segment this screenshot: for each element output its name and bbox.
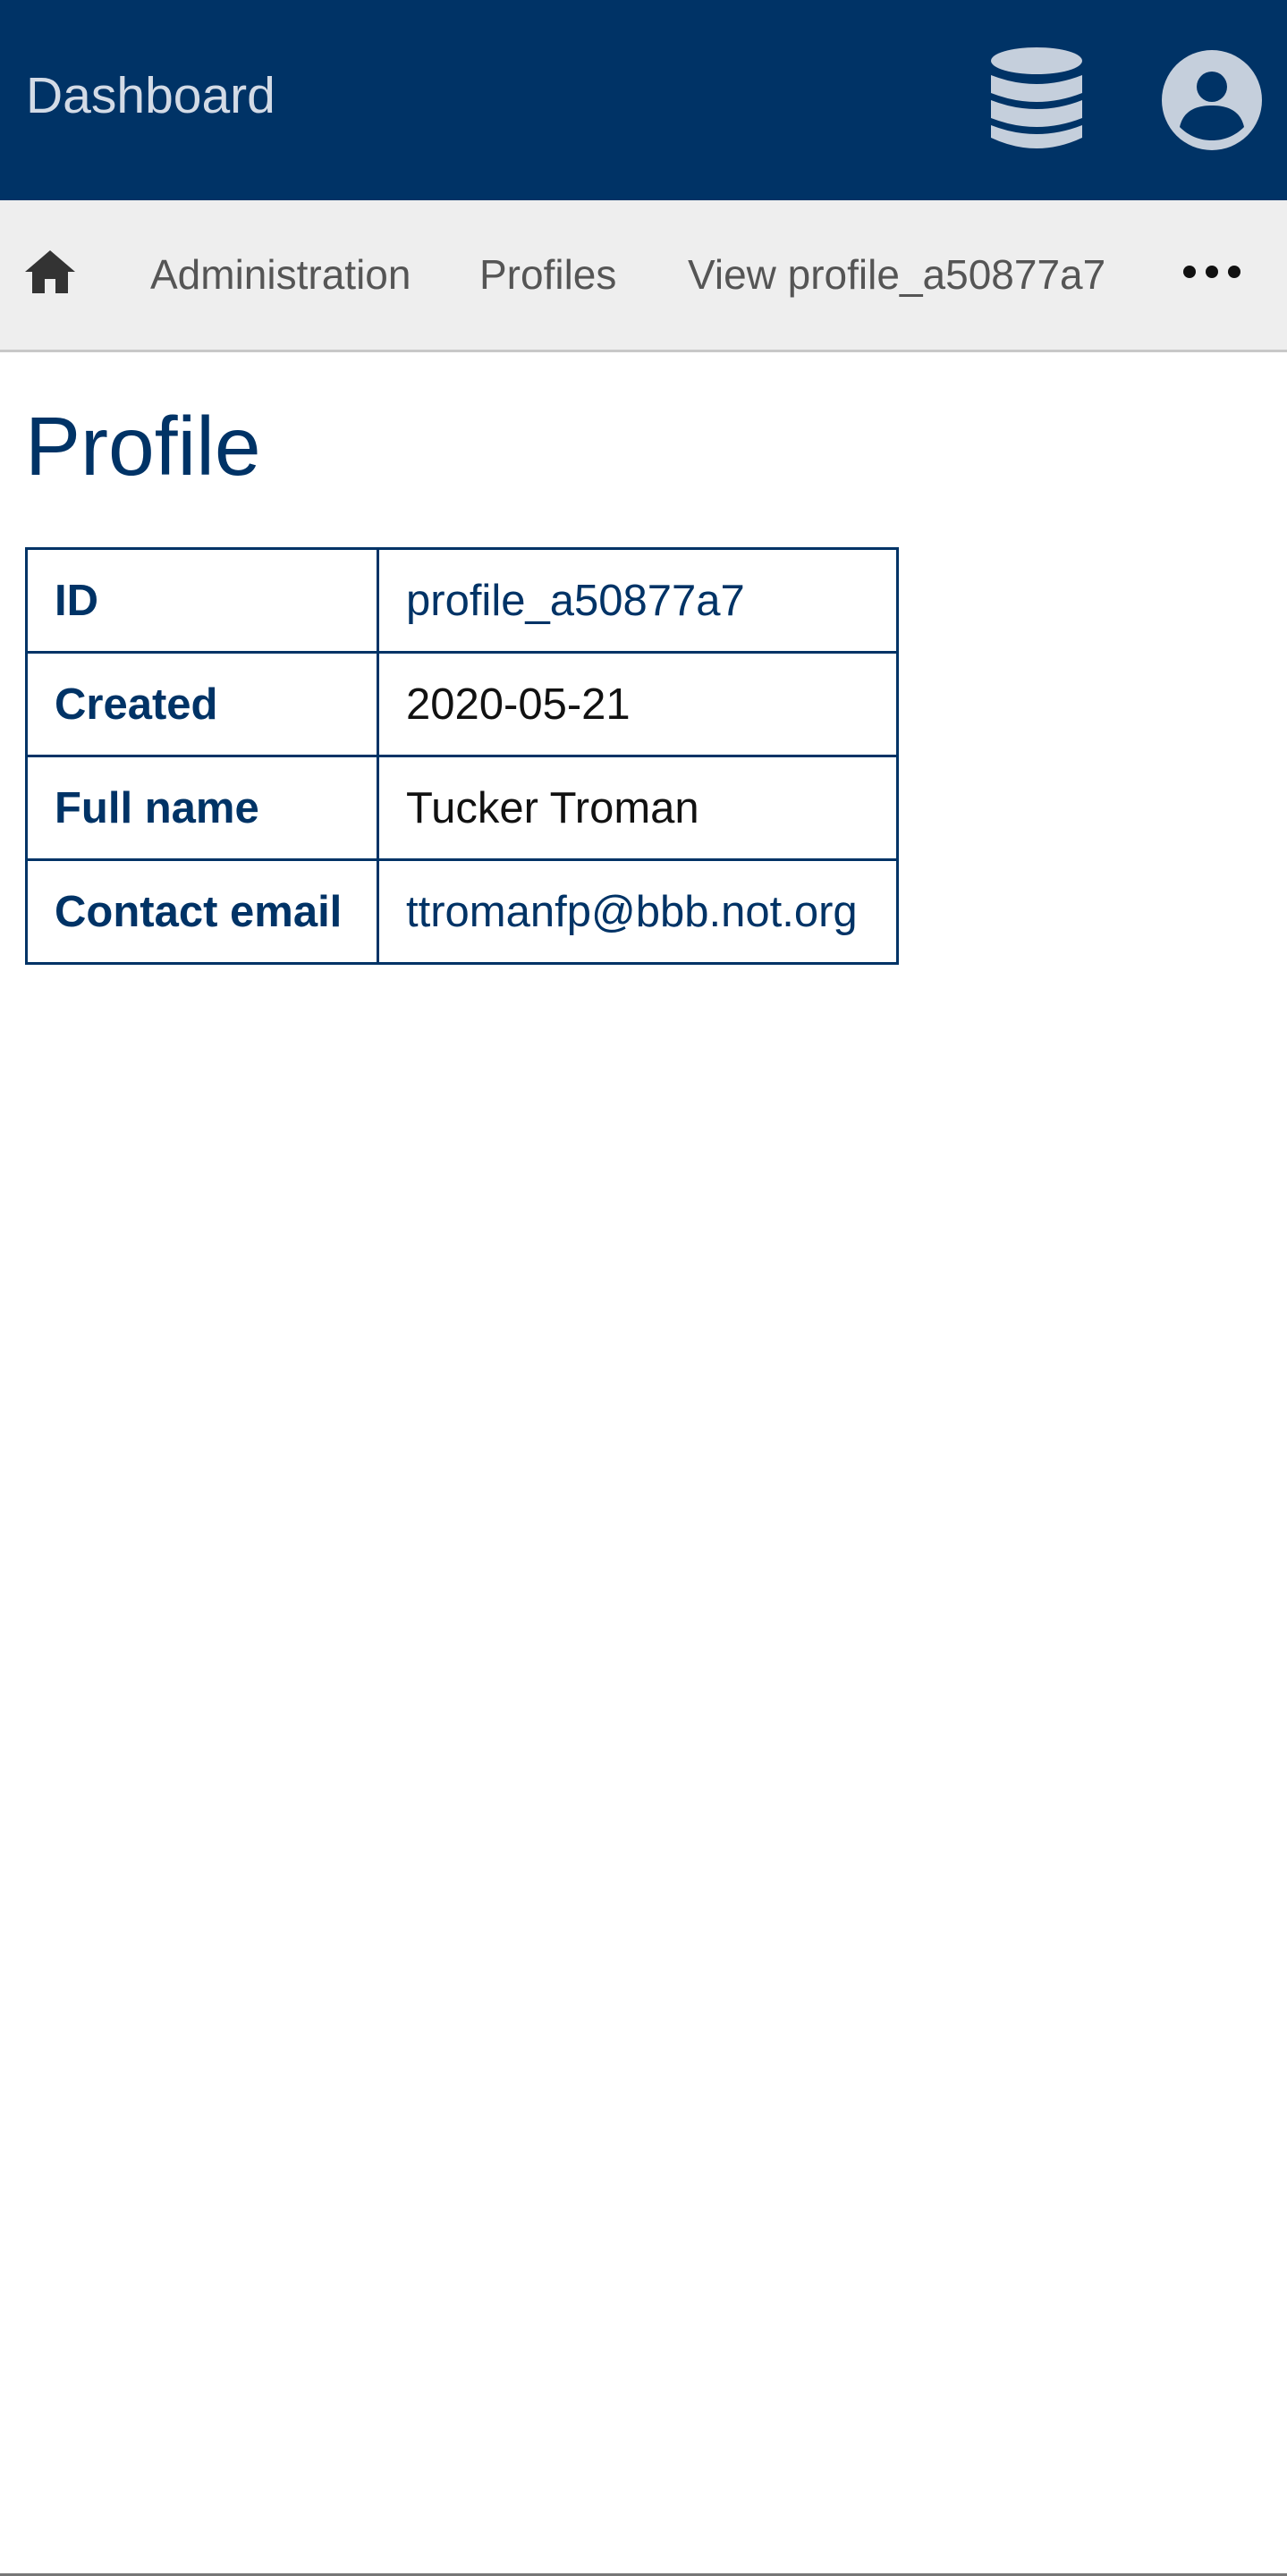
user-circle-icon <box>1162 50 1262 150</box>
row-label-contact-email: Contact email <box>25 858 379 965</box>
row-label-full-name: Full name <box>25 755 379 861</box>
database-icon <box>991 47 1082 148</box>
breadcrumb-administration[interactable]: Administration <box>150 249 411 300</box>
user-menu-button[interactable] <box>1160 48 1264 152</box>
table-row: Contact email ttromanfp@bbb.not.org <box>25 858 899 965</box>
database-button[interactable] <box>987 46 1086 154</box>
page-title: Profile <box>25 400 261 493</box>
table-row: Full name Tucker Troman <box>25 755 899 861</box>
table-row: ID profile_a50877a7 <box>25 547 899 654</box>
breadcrumb: Administration Profiles View profile_a50… <box>0 200 1287 352</box>
profile-id-link[interactable]: profile_a50877a7 <box>377 547 899 654</box>
created-value: 2020-05-21 <box>377 651 899 757</box>
breadcrumb-profiles[interactable]: Profiles <box>479 249 616 300</box>
profile-details-table: ID profile_a50877a7 Created 2020-05-21 F… <box>25 547 899 965</box>
contact-email-link[interactable]: ttromanfp@bbb.not.org <box>377 858 899 965</box>
brand-link[interactable]: Dashboard <box>26 64 275 127</box>
ellipsis-icon <box>1183 266 1240 278</box>
more-options-button[interactable] <box>1181 254 1243 290</box>
breadcrumb-view-profile[interactable]: View profile_a50877a7 <box>688 249 1105 300</box>
row-label-id: ID <box>25 547 379 654</box>
full-name-value: Tucker Troman <box>377 755 899 861</box>
row-label-created: Created <box>25 651 379 757</box>
top-navbar: Dashboard <box>0 0 1287 200</box>
home-button[interactable] <box>23 245 77 299</box>
table-row: Created 2020-05-21 <box>25 651 899 757</box>
home-icon <box>25 250 75 293</box>
